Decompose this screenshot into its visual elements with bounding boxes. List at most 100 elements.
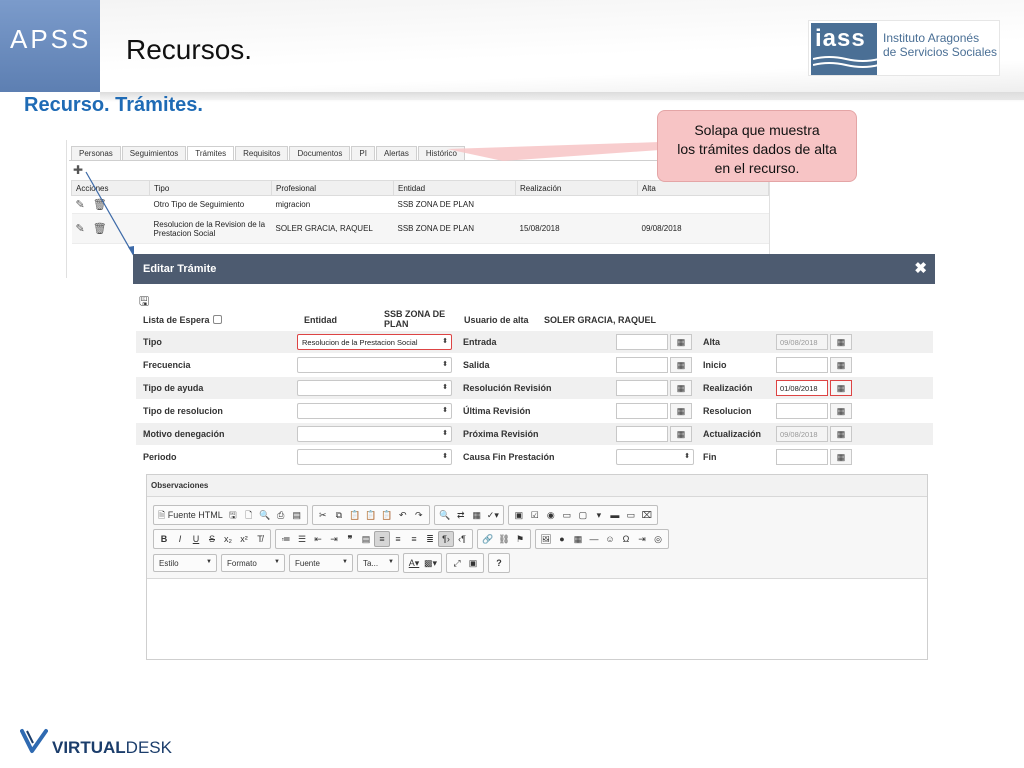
estilo-dropdown[interactable]: Estilo ▼	[153, 554, 217, 572]
align-left-icon[interactable]: ≡	[374, 531, 390, 547]
image-icon[interactable]: 🖼	[538, 531, 554, 547]
inicio-date-input[interactable]	[776, 357, 828, 373]
textarea-icon[interactable]: ▢	[575, 507, 591, 523]
unlink-icon[interactable]: ⛓	[496, 531, 512, 547]
div-icon[interactable]: ▤	[358, 531, 374, 547]
tab-tramites[interactable]: Trámites	[187, 146, 235, 160]
align-center-icon[interactable]: ≡	[390, 531, 406, 547]
frecuencia-select[interactable]: ⬍	[297, 357, 452, 373]
maximize-icon[interactable]: ⤢	[449, 555, 465, 571]
templates-icon[interactable]: ▤	[289, 507, 305, 523]
tab-personas[interactable]: Personas	[71, 146, 121, 160]
calendar-icon[interactable]: ▦	[830, 426, 852, 442]
tipo-ayuda-select[interactable]: ⬍	[297, 380, 452, 396]
select-field-icon[interactable]: ▾	[591, 507, 607, 523]
find-icon[interactable]: 🔍	[437, 507, 453, 523]
redo-icon[interactable]: ↷	[411, 507, 427, 523]
preview-icon[interactable]: 🔍	[257, 507, 273, 523]
underline-icon[interactable]: U	[188, 531, 204, 547]
salida-date-input[interactable]	[616, 357, 668, 373]
realizacion-date-input[interactable]: 01/08/2018	[776, 380, 828, 396]
superscript-icon[interactable]: x²	[236, 531, 252, 547]
calendar-icon[interactable]: ▦	[670, 426, 692, 442]
new-page-icon[interactable]: 🗋	[241, 507, 257, 523]
form-icon[interactable]: ▣	[511, 507, 527, 523]
observaciones-editor[interactable]	[147, 579, 927, 659]
anchor-icon[interactable]: ⚑	[512, 531, 528, 547]
paste-icon[interactable]: 📋	[347, 507, 363, 523]
tipo-select[interactable]: Resolucion de la Prestacion Social ⬍	[297, 334, 452, 350]
print-icon[interactable]: ⎙	[273, 507, 289, 523]
spellcheck-icon[interactable]: ✓▾	[485, 507, 501, 523]
calendar-icon[interactable]: ▦	[830, 357, 852, 373]
trash-icon[interactable]: 🗑	[93, 223, 107, 235]
horizontal-rule-icon[interactable]: ―	[586, 531, 602, 547]
fuente-dropdown[interactable]: Fuente ▼	[289, 554, 353, 572]
paste-word-icon[interactable]: 📋	[379, 507, 395, 523]
link-icon[interactable]: 🔗	[480, 531, 496, 547]
tab-documentos[interactable]: Documentos	[289, 146, 351, 160]
motivo-denegacion-select[interactable]: ⬍	[297, 426, 452, 442]
blockquote-icon[interactable]: ❞	[342, 531, 358, 547]
radio-icon[interactable]: ◉	[543, 507, 559, 523]
alta-date-input[interactable]: 09/08/2018	[776, 334, 828, 350]
resolucion-date-input[interactable]	[776, 403, 828, 419]
actualizacion-date-input[interactable]: 09/08/2018	[776, 426, 828, 442]
pencil-icon[interactable]: ✎	[76, 223, 85, 235]
special-char-icon[interactable]: Ω	[618, 531, 634, 547]
select-all-icon[interactable]: ▦	[469, 507, 485, 523]
align-right-icon[interactable]: ≡	[406, 531, 422, 547]
plus-icon[interactable]: ✚	[73, 163, 83, 177]
rtl-icon[interactable]: ‹¶	[454, 531, 470, 547]
flash-icon[interactable]: ●	[554, 531, 570, 547]
replace-icon[interactable]: ⇄	[453, 507, 469, 523]
calendar-icon[interactable]: ▦	[830, 334, 852, 350]
checkbox-icon[interactable]: ☑	[527, 507, 543, 523]
strike-icon[interactable]: S	[204, 531, 220, 547]
causa-fin-select[interactable]: ⬍	[616, 449, 694, 465]
tipo-resolucion-select[interactable]: ⬍	[297, 403, 452, 419]
help-icon[interactable]: ?	[491, 555, 507, 571]
resolucion-revision-date-input[interactable]	[616, 380, 668, 396]
remove-format-icon[interactable]: T̸	[252, 531, 268, 547]
source-button[interactable]: 🗎 Fuente HTML	[156, 507, 225, 523]
cut-icon[interactable]: ✂	[315, 507, 331, 523]
lista-espera-checkbox[interactable]	[212, 315, 222, 324]
justify-icon[interactable]: ≣	[422, 531, 438, 547]
table-row[interactable]: ✎ 🗑 Otro Tipo de Seguimiento migracion SS…	[71, 195, 769, 214]
periodo-select[interactable]: ⬍	[297, 449, 452, 465]
numbered-list-icon[interactable]: ≔	[278, 531, 294, 547]
bg-color-icon[interactable]: ▩▾	[422, 555, 439, 571]
tab-pi[interactable]: PI	[351, 146, 375, 160]
size-dropdown[interactable]: Ta... ▼	[357, 554, 399, 572]
calendar-icon[interactable]: ▦	[670, 380, 692, 396]
calendar-icon[interactable]: ▦	[670, 334, 692, 350]
calendar-icon[interactable]: ▦	[670, 403, 692, 419]
proxima-revision-date-input[interactable]	[616, 426, 668, 442]
pencil-icon[interactable]: ✎	[76, 199, 85, 211]
show-blocks-icon[interactable]: ▣	[465, 555, 481, 571]
outdent-icon[interactable]: ⇤	[310, 531, 326, 547]
button-field-icon[interactable]: ▬	[607, 507, 623, 523]
fin-date-input[interactable]	[776, 449, 828, 465]
tab-seguimientos[interactable]: Seguimientos	[121, 146, 187, 160]
iframe-icon[interactable]: ◎	[650, 531, 666, 547]
tab-alertas[interactable]: Alertas	[375, 146, 417, 160]
calendar-icon[interactable]: ▦	[830, 449, 852, 465]
entrada-date-input[interactable]	[616, 334, 668, 350]
bold-icon[interactable]: B	[156, 531, 172, 547]
save-doc-icon[interactable]: 🖫	[225, 507, 241, 523]
page-break-icon[interactable]: ⇥	[634, 531, 650, 547]
image-button-icon[interactable]: ▭	[623, 507, 639, 523]
italic-icon[interactable]: I	[172, 531, 188, 547]
formato-dropdown[interactable]: Formato ▼	[221, 554, 285, 572]
indent-icon[interactable]: ⇥	[326, 531, 342, 547]
tab-historico[interactable]: Histórico	[417, 146, 465, 160]
calendar-icon[interactable]: ▦	[830, 380, 852, 396]
ultima-revision-date-input[interactable]	[616, 403, 668, 419]
hidden-field-icon[interactable]: ⌧	[639, 507, 655, 523]
table-icon[interactable]: ▦	[570, 531, 586, 547]
calendar-icon[interactable]: ▦	[670, 357, 692, 373]
trash-icon[interactable]: 🗑	[93, 199, 107, 211]
paste-text-icon[interactable]: 📋	[363, 507, 379, 523]
